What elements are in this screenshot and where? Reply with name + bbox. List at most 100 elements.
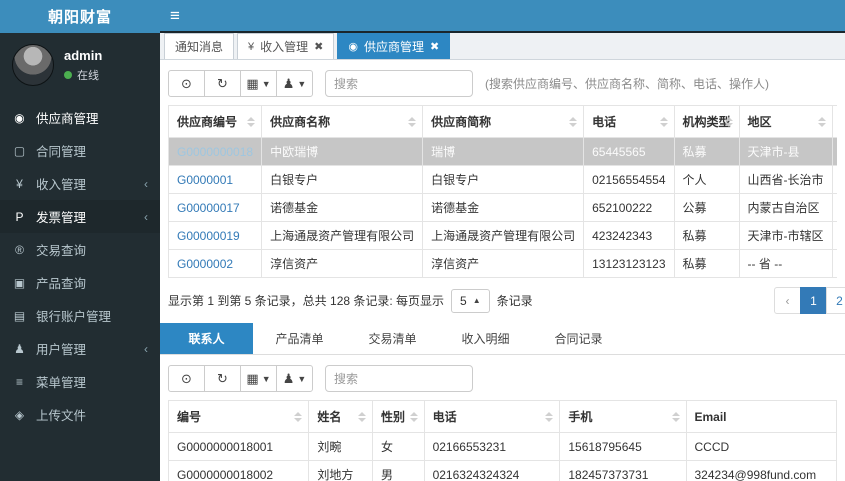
search-hint: (搜索供应商编号、供应商名称、简称、电话、操作人) [485, 77, 769, 91]
sidebar-item-products[interactable]: ▣ 产品查询 [0, 266, 160, 299]
brand-logo[interactable]: 朝阳财富 [0, 0, 160, 33]
supplier-panel: ⊙ ↻ ▦▼ ♟▼ (搜索供应商编号、供应商名称、简称、电话、操作人) 供应商编… [160, 60, 845, 320]
user-name: admin [64, 47, 103, 63]
cell-short-name: 白银专户 [422, 165, 585, 194]
detail-tab-products[interactable]: 产品清单 [253, 323, 346, 354]
sidebar-item-transactions[interactable]: ® 交易查询 [0, 233, 160, 266]
sort-icon[interactable] [545, 411, 554, 422]
contact-panel: ⊙ ↻ ▦▼ ♟▼ 编号 姓名 性别 电话 [160, 355, 845, 481]
sidebar-item-users[interactable]: ♟ 用户管理 ‹ [0, 332, 160, 365]
contact-row[interactable]: G0000000018001 刘畹 女 02166553231 15618795… [168, 432, 837, 461]
sidebar-item-label: 合同管理 [36, 145, 87, 159]
pagination-summary-suffix: 条记录 [496, 294, 533, 308]
supplier-id-link[interactable]: G00000017 [177, 201, 240, 215]
col-region[interactable]: 地区 [738, 105, 833, 138]
columns-button[interactable]: ▦ ▼ [240, 365, 277, 392]
cell-org-type: 私募 [673, 137, 740, 166]
cell-phone: 13123123123 [583, 249, 675, 278]
caret-down-icon: ▼ [261, 78, 271, 89]
supplier-id-link[interactable]: G0000001 [177, 173, 233, 187]
cell-short-name: 诺德基金 [422, 193, 585, 222]
sort-icon[interactable] [357, 411, 366, 422]
sidebar-item-label: 收入管理 [36, 178, 87, 192]
cell-short-name: 瑞博 [422, 137, 585, 166]
user-status-label: 在线 [77, 69, 99, 82]
bank-icon: ▤ [13, 308, 26, 323]
prev-page-button[interactable]: ‹ [774, 287, 801, 314]
supplier-row[interactable]: G0000001 白银专户 白银专户 02156554554 个人 山西省-长治… [168, 165, 837, 194]
sidebar-item-contracts[interactable]: ▢ 合同管理 [0, 134, 160, 167]
export-button[interactable]: ♟ ▼ [276, 70, 313, 97]
sort-icon[interactable] [294, 411, 303, 422]
sidebar-item-income[interactable]: ¥ 收入管理 ‹ [0, 167, 160, 200]
sidebar-item-menus[interactable]: ≡ 菜单管理 [0, 365, 160, 398]
tab-income[interactable]: ¥ 收入管理 ✖ [237, 33, 335, 59]
cell-phone: 423242343 [583, 221, 675, 250]
cell-org-type: 个人 [673, 165, 740, 194]
sort-icon[interactable] [247, 116, 256, 127]
detail-tab-contacts[interactable]: 联系人 [160, 323, 253, 354]
sort-icon[interactable] [569, 116, 578, 127]
sort-icon[interactable] [671, 411, 680, 422]
supplier-id-link[interactable]: G0000002 [177, 257, 233, 271]
circle-dot-icon: ◉ [14, 110, 25, 125]
supplier-table-wrap: 供应商编号 供应商名称 供应商简称 电话 机构类型 地区 操作人 G000000… [168, 105, 837, 278]
col-operator[interactable]: 操作人 [831, 105, 837, 138]
page-2-button[interactable]: 2 [826, 287, 845, 314]
col-supplier-id[interactable]: 供应商编号 [168, 105, 263, 138]
supplier-id-link[interactable]: G00000019 [177, 229, 240, 243]
supplier-search-input[interactable] [325, 70, 473, 97]
close-icon[interactable]: ✖ [430, 40, 439, 53]
sort-icon[interactable] [724, 116, 733, 127]
columns-button[interactable]: ▦ ▼ [240, 70, 277, 97]
cell-gender: 男 [371, 460, 425, 481]
col-email[interactable]: Email [685, 400, 837, 433]
sidebar-item-upload[interactable]: ◈ 上传文件 [0, 398, 160, 431]
hamburger-icon[interactable]: ≡ [170, 7, 180, 24]
paging-toggle-button[interactable]: ⊙ [168, 70, 205, 97]
avatar[interactable] [12, 44, 54, 86]
sidebar-item-invoices[interactable]: P 发票管理 ‹ [0, 200, 160, 233]
sort-icon[interactable] [817, 116, 826, 127]
chevron-left-icon: ‹ [144, 209, 148, 224]
export-button[interactable]: ♟ ▼ [276, 365, 313, 392]
close-icon[interactable]: ✖ [314, 40, 323, 53]
main-area: ≡ 通知消息 ¥ 收入管理 ✖ ◉ 供应商管理 ✖ ⊙ ↻ ▦ ▼ ♟ ▼ 搜索… [160, 0, 845, 481]
supplier-id-link[interactable]: G0000000018 [177, 145, 253, 159]
col-gender[interactable]: 性别 [371, 400, 425, 433]
contact-search-input[interactable] [325, 365, 473, 392]
sort-icon[interactable] [659, 116, 668, 127]
col-org-type[interactable]: 机构类型 [673, 105, 740, 138]
contact-row[interactable]: G0000000018002 刘地方 男 0216324324324 18245… [168, 460, 837, 481]
yen-icon: ¥ [248, 40, 255, 53]
col-supplier-name[interactable]: 供应商名称 [261, 105, 424, 138]
page-size-select[interactable]: 5 ▲ [451, 288, 490, 313]
detail-tab-contracts[interactable]: 合同记录 [532, 323, 625, 354]
col-contact-id[interactable]: 编号 [168, 400, 310, 433]
supplier-row[interactable]: G00000017 诺德基金 诺德基金 652100222 公募 内蒙古自治区 … [168, 193, 837, 222]
cell-short-name: 上海通晟资产管理有限公司 [422, 221, 585, 250]
supplier-row[interactable]: G0000000018 中欧瑞博 瑞博 65445565 私募 天津市-县 a [168, 137, 837, 166]
supplier-row[interactable]: G0000002 淳信资产 淳信资产 13123123123 私募 -- 省 -… [168, 249, 837, 278]
tab-suppliers[interactable]: ◉ 供应商管理 ✖ [337, 33, 451, 59]
paging-toggle-button[interactable]: ⊙ [168, 365, 205, 392]
contact-table-wrap: 编号 姓名 性别 电话 手机 Email G0000000018001 刘畹 女… [168, 400, 837, 481]
refresh-button[interactable]: ↻ [204, 70, 241, 97]
detail-tabstrip: 联系人 产品清单 交易清单 收入明细 合同记录 [160, 323, 845, 355]
col-contact-phone[interactable]: 电话 [423, 400, 561, 433]
sidebar-item-suppliers[interactable]: ◉ 供应商管理 [0, 101, 160, 134]
page-1-button[interactable]: 1 [800, 287, 827, 314]
sort-icon[interactable] [409, 411, 418, 422]
user-status: 在线 [64, 67, 102, 83]
col-mobile[interactable]: 手机 [559, 400, 687, 433]
refresh-button[interactable]: ↻ [204, 365, 241, 392]
supplier-row[interactable]: G00000019 上海通晟资产管理有限公司 上海通晟资产管理有限公司 4232… [168, 221, 837, 250]
detail-tab-income[interactable]: 收入明细 [439, 323, 532, 354]
tab-notifications[interactable]: 通知消息 [164, 33, 235, 59]
col-supplier-short[interactable]: 供应商简称 [422, 105, 585, 138]
sidebar-item-bank-accounts[interactable]: ▤ 银行账户管理 [0, 299, 160, 332]
col-contact-name[interactable]: 姓名 [308, 400, 373, 433]
col-phone[interactable]: 电话 [583, 105, 675, 138]
detail-tab-transactions[interactable]: 交易清单 [346, 323, 439, 354]
sort-icon[interactable] [408, 116, 417, 127]
